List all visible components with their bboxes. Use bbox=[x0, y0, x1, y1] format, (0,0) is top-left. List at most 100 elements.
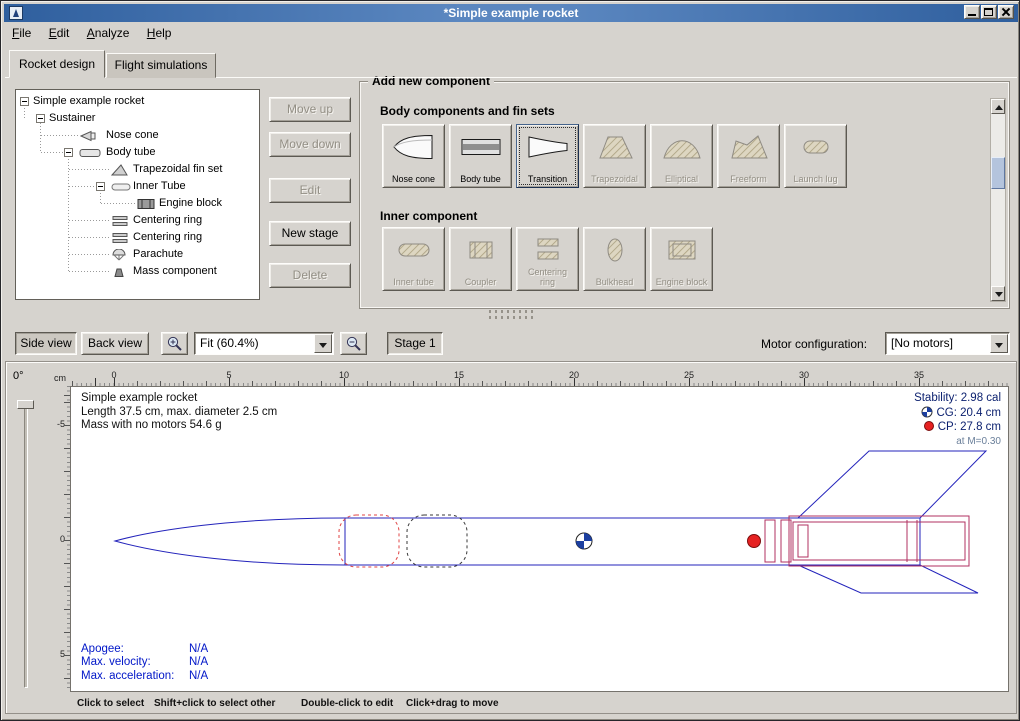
chevron-down-icon bbox=[319, 343, 327, 348]
combo-arrow-button[interactable] bbox=[990, 334, 1008, 353]
tree-row-parachute[interactable]: Parachute bbox=[16, 246, 259, 263]
zoom-out-button[interactable] bbox=[340, 332, 367, 355]
flight-stat-row: Apogee:N/A bbox=[81, 643, 208, 657]
rotation-slider[interactable] bbox=[24, 400, 28, 688]
stability-value: Stability: 2.98 cal bbox=[914, 392, 1001, 406]
tree-row-rocket[interactable]: Simple example rocket bbox=[16, 93, 259, 110]
menu-item-edit[interactable]: Edit bbox=[42, 23, 77, 44]
component-button-launch-lug[interactable]: Launch lug bbox=[784, 124, 847, 188]
component-button-transition[interactable]: Transition bbox=[516, 124, 579, 188]
collapse-toggle-icon[interactable] bbox=[20, 97, 29, 106]
tree-item-label: Engine block bbox=[159, 195, 222, 212]
component-button-trapezoidal-fin[interactable]: Trapezoidal bbox=[583, 124, 646, 188]
rocket-canvas[interactable]: Simple example rocket Length 37.5 cm, ma… bbox=[70, 386, 1009, 692]
tree-row-body-tube[interactable]: Body tube bbox=[16, 144, 259, 161]
maximize-button[interactable] bbox=[981, 5, 997, 19]
component-button-label: Elliptical bbox=[656, 175, 708, 185]
menu-item-analyze[interactable]: Analyze bbox=[80, 23, 137, 44]
window-titlebar[interactable]: *Simple example rocket bbox=[4, 4, 1018, 22]
tree-item-label: Body tube bbox=[106, 144, 156, 161]
component-button-nose-cone[interactable]: Nose cone bbox=[382, 124, 445, 188]
tree-row-centering-ring-1[interactable]: Centering ring bbox=[16, 212, 259, 229]
cg-value: CG: 20.4 cm bbox=[936, 407, 1001, 419]
tree-line bbox=[69, 186, 95, 187]
cp-marker[interactable] bbox=[748, 535, 761, 548]
stage-1-toggle[interactable]: Stage 1 bbox=[387, 332, 443, 355]
hint-double-click: Double-click to edit bbox=[301, 698, 393, 709]
zoom-level-select[interactable]: Fit (60.4%) bbox=[194, 332, 334, 355]
horizontal-ruler: 0 5 10 15 20 25 30 35 bbox=[70, 370, 1009, 386]
component-tree[interactable]: Simple example rocket Sustainer Nose con… bbox=[15, 89, 260, 300]
tree-line bbox=[41, 135, 79, 136]
tree-row-nose-cone[interactable]: Nose cone bbox=[16, 127, 259, 144]
component-button-label: Launch lug bbox=[790, 175, 842, 185]
tree-row-engine-block[interactable]: Engine block bbox=[16, 195, 259, 212]
motor-configuration-select[interactable]: [No motors] bbox=[885, 332, 1010, 355]
component-button-elliptical-fin[interactable]: Elliptical bbox=[650, 124, 713, 188]
scroll-thumb[interactable] bbox=[991, 157, 1005, 189]
combo-arrow-button[interactable] bbox=[314, 334, 332, 353]
tree-row-inner-tube[interactable]: Inner Tube bbox=[16, 178, 259, 195]
splitter-grip[interactable] bbox=[489, 310, 537, 313]
stability-block: Stability: 2.98 cal CG: 20.4 cm CP: 27.8… bbox=[914, 392, 1001, 448]
body-components-section-label: Body components and fin sets bbox=[380, 104, 555, 118]
splitter-grip[interactable] bbox=[489, 316, 537, 319]
move-down-button[interactable]: Move down bbox=[269, 132, 351, 157]
component-button-label: Freeform bbox=[723, 175, 775, 185]
body-tube-icon bbox=[79, 147, 101, 159]
tree-row-mass-component[interactable]: Mass component bbox=[16, 263, 259, 280]
component-button-bulkhead[interactable]: Bulkhead bbox=[583, 227, 646, 291]
tree-line bbox=[69, 254, 109, 255]
rocket-mass: Mass with no motors 54.6 g bbox=[81, 419, 277, 433]
rocket-drawing[interactable] bbox=[71, 387, 1010, 693]
component-button-engine-block[interactable]: Engine block bbox=[650, 227, 713, 291]
rotation-slider-thumb[interactable] bbox=[17, 400, 34, 409]
tab-rocket-design[interactable]: Rocket design bbox=[9, 50, 105, 78]
new-stage-button[interactable]: New stage bbox=[269, 221, 351, 246]
cg-marker[interactable] bbox=[576, 533, 592, 549]
fin-bottom[interactable] bbox=[798, 565, 978, 593]
collapse-toggle-icon[interactable] bbox=[96, 182, 105, 191]
back-view-button[interactable]: Back view bbox=[81, 332, 149, 355]
tab-flight-simulations[interactable]: Flight simulations bbox=[106, 53, 216, 78]
ruler-unit-label: cm bbox=[50, 370, 70, 386]
menu-item-help[interactable]: Help bbox=[140, 23, 179, 44]
engine-block-icon bbox=[660, 235, 704, 265]
component-button-centering-ring[interactable]: Centering ring bbox=[516, 227, 579, 291]
mach-annotation: at M=0.30 bbox=[914, 435, 1001, 449]
bulkhead-icon bbox=[593, 235, 637, 265]
minimize-button[interactable] bbox=[964, 5, 980, 19]
scroll-up-button[interactable] bbox=[991, 99, 1005, 114]
tree-line bbox=[101, 203, 135, 204]
launch-lug-icon bbox=[794, 132, 838, 162]
delete-button[interactable]: Delete bbox=[269, 263, 351, 288]
transition-icon bbox=[526, 132, 570, 162]
maximize-icon bbox=[984, 8, 993, 16]
scroll-down-button[interactable] bbox=[991, 286, 1005, 301]
close-button[interactable] bbox=[998, 5, 1014, 19]
fin-top[interactable] bbox=[798, 451, 986, 518]
zoom-in-button[interactable] bbox=[161, 332, 188, 355]
collapse-toggle-icon[interactable] bbox=[64, 148, 73, 157]
tree-line bbox=[69, 271, 109, 272]
tree-row-fin-set[interactable]: Trapezoidal fin set bbox=[16, 161, 259, 178]
tree-item-label: Inner Tube bbox=[133, 178, 186, 195]
tree-item-label: Centering ring bbox=[133, 229, 202, 246]
collapse-toggle-icon[interactable] bbox=[36, 114, 45, 123]
edit-button[interactable]: Edit bbox=[269, 178, 351, 203]
move-up-button[interactable]: Move up bbox=[269, 97, 351, 122]
tree-row-centering-ring-2[interactable]: Centering ring bbox=[16, 229, 259, 246]
menu-item-file[interactable]: File bbox=[5, 23, 38, 44]
component-scrollbar[interactable] bbox=[990, 98, 1006, 302]
tree-line bbox=[69, 237, 109, 238]
side-view-button[interactable]: Side view bbox=[15, 332, 77, 355]
component-button-inner-tube[interactable]: Inner tube bbox=[382, 227, 445, 291]
inner-component-section-label: Inner component bbox=[380, 209, 477, 223]
motor-configuration-value: [No motors] bbox=[891, 336, 953, 350]
component-button-coupler[interactable]: Coupler bbox=[449, 227, 512, 291]
component-button-label: Transition bbox=[522, 175, 574, 185]
tree-row-sustainer[interactable]: Sustainer bbox=[16, 110, 259, 127]
nose-cone-icon bbox=[80, 130, 98, 142]
component-button-body-tube[interactable]: Body tube bbox=[449, 124, 512, 188]
component-button-freeform-fin[interactable]: Freeform bbox=[717, 124, 780, 188]
